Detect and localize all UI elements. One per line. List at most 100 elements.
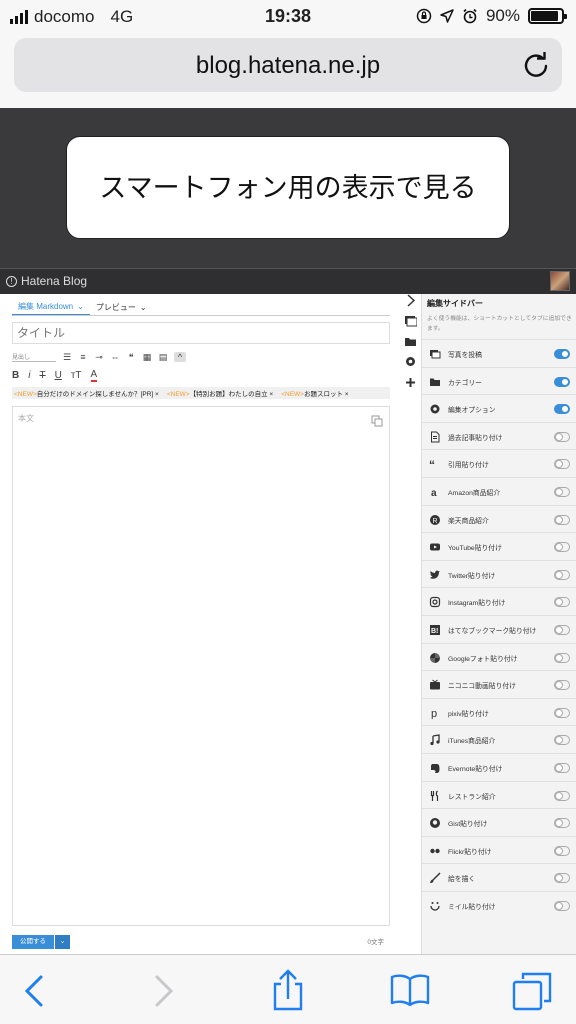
url-field[interactable]: blog.hatena.ne.jp (14, 38, 562, 92)
quote-icon[interactable]: ❝ (126, 352, 136, 363)
toggle-knob (555, 708, 563, 717)
reload-icon[interactable] (522, 50, 550, 80)
sidebar-item[interactable]: Gist貼り付け (422, 808, 576, 836)
sidebar-item[interactable]: 過去記事貼り付け (422, 421, 576, 450)
sidebar-item-toggle[interactable] (554, 900, 570, 911)
photo-icon[interactable] (404, 314, 417, 327)
toggle-knob (555, 846, 563, 855)
sidebar-item[interactable]: レストラン紹介 (422, 780, 576, 809)
sidebar-item-toggle[interactable] (554, 376, 570, 387)
sidebar-item-toggle[interactable] (554, 762, 570, 773)
folder-icon[interactable] (404, 335, 417, 348)
news-item[interactable]: <NEW>お題スロット × (281, 388, 348, 398)
sidebar-item-toggle[interactable] (554, 542, 570, 553)
copy-icon[interactable] (371, 415, 383, 427)
font-size-icon[interactable]: тT (71, 370, 82, 381)
text-color-icon[interactable]: A (90, 369, 98, 382)
niconico-icon (430, 679, 440, 690)
toggle-knob (555, 515, 563, 524)
sidebar-item-toggle[interactable] (554, 624, 570, 635)
back-icon[interactable] (14, 969, 58, 1013)
svg-text:p: p (431, 708, 437, 719)
sidebar-item-toggle[interactable] (554, 597, 570, 608)
amazon-icon: a (431, 488, 437, 498)
document-icon (431, 431, 440, 443)
sidebar-item-toggle[interactable] (554, 818, 570, 829)
sidebar-item[interactable]: a Amazon商品紹介 (422, 476, 576, 505)
news-text: 【特別お題】わたしの自立 × (189, 391, 274, 398)
sidebar-item[interactable]: 写真を投稿 (422, 339, 576, 367)
bookmarks-icon[interactable] (388, 969, 432, 1013)
sidebar-item[interactable]: 編集オプション (422, 394, 576, 422)
numbered-list-icon[interactable]: ≡ (78, 352, 88, 362)
avatar[interactable] (550, 271, 570, 291)
table-icon[interactable]: ▦ (142, 352, 152, 363)
sidebar-item-toggle[interactable] (554, 790, 570, 801)
news-item[interactable]: <NEW>【特別お題】わたしの自立 × (167, 388, 273, 398)
plus-icon[interactable] (404, 376, 417, 389)
sidebar-item[interactable]: カテゴリー (422, 366, 576, 395)
tabs-icon[interactable] (510, 969, 554, 1013)
sidebar-item[interactable]: YouTube貼り付け (422, 532, 576, 560)
sidebar-item-toggle[interactable] (554, 707, 570, 718)
title-input[interactable] (12, 322, 390, 344)
sidebar-item[interactable]: “ 引用貼り付け (422, 449, 576, 477)
share-icon[interactable] (266, 969, 310, 1013)
sidebar-item-toggle[interactable] (554, 431, 570, 442)
sidebar-item[interactable]: p pixiv貼り付け (422, 697, 576, 726)
bold-icon[interactable]: B (12, 370, 19, 381)
sidebar-item[interactable]: Flickr貼り付け (422, 835, 576, 864)
tab-preview[interactable]: プレビュー ⌄ (90, 298, 153, 316)
forward-icon[interactable] (140, 969, 184, 1013)
svg-text:a: a (431, 488, 437, 498)
more-divider-icon[interactable]: ⇔ (110, 352, 120, 362)
sidebar-item-toggle[interactable] (554, 652, 570, 663)
sidebar-item-toggle[interactable] (554, 873, 570, 884)
bullet-list-icon[interactable]: ☰ (62, 352, 72, 363)
sidebar-item[interactable]: 絵を描く (422, 863, 576, 891)
sidebar-item-toggle[interactable] (554, 845, 570, 856)
sidebar-item[interactable]: Twitter貼り付け (422, 559, 576, 588)
battery-icon (528, 8, 567, 24)
sidebar-item[interactable]: B! はてなブックマーク貼り付け (422, 614, 576, 643)
sidebar-item[interactable]: iTunes商品紹介 (422, 725, 576, 753)
sidebar-item[interactable]: Instagram貼り付け (422, 587, 576, 615)
sidebar-item[interactable]: ニコニコ動画貼り付け (422, 670, 576, 698)
news-item[interactable]: <NEW>自分だけのドメイン探しませんか？[PR] × (14, 388, 159, 398)
sidebar-item-label: Evernote貼り付け (448, 765, 503, 773)
restaurant-icon (430, 790, 439, 801)
sidebar-item-toggle[interactable] (554, 569, 570, 580)
sidebar-item-toggle[interactable] (554, 404, 570, 415)
tab-edit[interactable]: 編集 Markdown ⌄ (12, 298, 90, 316)
strikethrough-icon[interactable]: T (39, 370, 45, 381)
collapse-toolbar-icon[interactable]: ^ (174, 352, 186, 362)
chevron-right-icon[interactable] (404, 294, 417, 307)
link-icon[interactable]: ⊸ (94, 352, 104, 363)
heading-select[interactable]: 見出し (12, 352, 56, 362)
text-style-toolbar: B i T U тT A (12, 368, 390, 382)
underline-icon[interactable]: U (55, 370, 62, 381)
toggle-knob (555, 901, 563, 910)
sidebar-item-toggle[interactable] (554, 349, 570, 359)
sidebar-item-toggle[interactable] (554, 486, 570, 497)
publish-button[interactable]: 公開する (12, 935, 54, 949)
sidebar-item-toggle[interactable] (554, 514, 570, 525)
sidebar-item-toggle[interactable] (554, 680, 570, 691)
url-text: blog.hatena.ne.jp (195, 52, 381, 79)
body-textarea[interactable]: 本文 (12, 406, 390, 926)
sidebar-item[interactable]: Googleフォト貼り付け (422, 642, 576, 671)
sidebar-item[interactable]: ミイル貼り付け (422, 890, 576, 919)
publish-options-chevron-icon[interactable]: ⌄ (54, 935, 70, 949)
smartphone-view-button[interactable]: スマートフォン用の表示で見る (66, 136, 510, 239)
new-tag: <NEW> (281, 391, 304, 398)
sidebar-item[interactable]: Evernote貼り付け (422, 752, 576, 781)
sidebar-item-toggle[interactable] (554, 735, 570, 746)
italic-icon[interactable]: i (28, 370, 30, 381)
sidebar-item[interactable]: R 楽天商品紹介 (422, 504, 576, 533)
sidebar-item-label: Flickr貼り付け (448, 848, 492, 856)
hatena-blog-logo[interactable]: ! Hatena Blog (6, 274, 87, 288)
gear-icon[interactable] (404, 355, 417, 368)
sidebar-item-toggle[interactable] (554, 459, 570, 470)
svg-text:B!: B! (431, 628, 438, 635)
footnote-icon[interactable]: ▤ (158, 352, 168, 363)
